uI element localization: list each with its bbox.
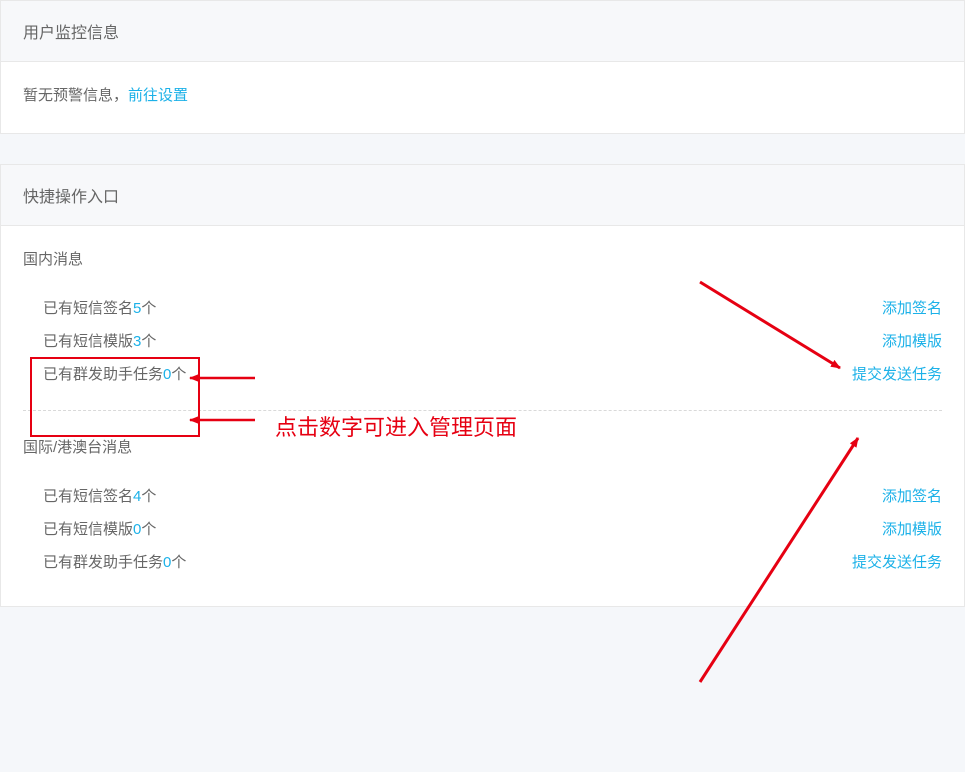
no-alert-text: 暂无预警信息， xyxy=(23,87,128,104)
intl-template-unit: 个 xyxy=(141,521,156,538)
annotation-redbox xyxy=(30,357,200,437)
goto-setup-link[interactable]: 前往设置 xyxy=(128,87,188,104)
user-monitor-header: 用户监控信息 xyxy=(1,1,964,62)
intl-signature-row: 已有短信签名4个 添加签名 xyxy=(23,479,942,512)
intl-batch-unit: 个 xyxy=(171,554,186,571)
domestic-template-unit: 个 xyxy=(141,333,156,350)
intl-batch-prefix: 已有群发助手任务 xyxy=(43,554,163,571)
add-signature-link[interactable]: 添加签名 xyxy=(882,297,942,318)
domestic-signature-unit: 个 xyxy=(141,300,156,317)
user-monitor-title: 用户监控信息 xyxy=(23,25,119,42)
intl-template-row: 已有短信模版0个 添加模版 xyxy=(23,512,942,545)
submit-task-link[interactable]: 提交发送任务 xyxy=(852,363,942,384)
domestic-template-row: 已有短信模版3个 添加模版 xyxy=(23,324,942,357)
domestic-signature-prefix: 已有短信签名 xyxy=(43,300,133,317)
quick-ops-header: 快捷操作入口 xyxy=(1,165,964,226)
quick-ops-title: 快捷操作入口 xyxy=(23,189,119,206)
domestic-section-title: 国内消息 xyxy=(23,248,942,269)
intl-signature-unit: 个 xyxy=(141,488,156,505)
intl-batch-row: 已有群发助手任务0个 提交发送任务 xyxy=(23,545,942,578)
intl-section: 国际/港澳台消息 已有短信签名4个 添加签名 已有短信模版0个 添加模版 已有群… xyxy=(23,436,942,578)
intl-signature-prefix: 已有短信签名 xyxy=(43,488,133,505)
annotation-hint-text: 点击数字可进入管理页面 xyxy=(275,410,517,442)
intl-submit-task-link[interactable]: 提交发送任务 xyxy=(852,551,942,572)
intl-add-signature-link[interactable]: 添加签名 xyxy=(882,485,942,506)
domestic-signature-row: 已有短信签名5个 添加签名 xyxy=(23,291,942,324)
add-template-link[interactable]: 添加模版 xyxy=(882,330,942,351)
user-monitor-body: 暂无预警信息，前往设置 xyxy=(1,62,964,133)
intl-template-prefix: 已有短信模版 xyxy=(43,521,133,538)
domestic-template-prefix: 已有短信模版 xyxy=(43,333,133,350)
user-monitor-panel: 用户监控信息 暂无预警信息，前往设置 xyxy=(0,0,965,134)
intl-add-template-link[interactable]: 添加模版 xyxy=(882,518,942,539)
